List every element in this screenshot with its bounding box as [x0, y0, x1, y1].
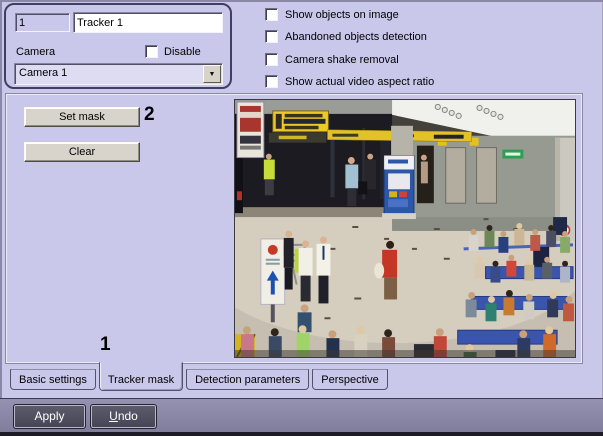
camera-label: Camera — [16, 46, 56, 58]
airport-scene — [235, 100, 575, 357]
apply-label: Apply — [34, 409, 65, 423]
tab-tracker-mask[interactable]: Tracker mask — [98, 362, 184, 391]
show-objects-checkbox[interactable] — [265, 8, 278, 21]
show-objects-label[interactable]: Show objects on image — [285, 9, 399, 21]
abandoned-objects-label[interactable]: Abandoned objects detection — [285, 31, 427, 43]
set-mask-button[interactable]: Set mask — [24, 107, 140, 127]
camera-shake-label[interactable]: Camera shake removal — [285, 54, 399, 66]
step-2-marker: 2 — [144, 104, 155, 125]
undo-label: Undo — [109, 409, 138, 423]
step-1-marker: 1 — [100, 334, 111, 355]
apply-button[interactable]: Apply — [13, 404, 86, 429]
clear-button[interactable]: Clear — [24, 142, 140, 162]
combo-dropdown-button[interactable]: ▼ — [203, 65, 221, 83]
tab-perspective[interactable]: Perspective — [312, 369, 388, 390]
footer-bar: Apply Undo — [0, 398, 603, 436]
camera-shake-checkbox[interactable] — [265, 53, 278, 66]
tracker-id-input[interactable] — [15, 13, 70, 32]
video-preview[interactable] — [234, 99, 576, 358]
tracker-settings-dialog: Camera Disable Camera 1 ▼ Show objects o… — [0, 0, 603, 436]
disable-checkbox[interactable] — [145, 45, 158, 58]
rear-wall-doors — [392, 135, 575, 231]
camera-combobox-value: Camera 1 — [19, 67, 68, 79]
wall-poster — [236, 101, 265, 159]
aspect-ratio-checkbox[interactable] — [265, 75, 278, 88]
camera-combobox[interactable]: Camera 1 ▼ — [14, 63, 223, 85]
abandoned-objects-checkbox[interactable] — [265, 30, 278, 43]
departures-sign — [272, 110, 329, 133]
tab-basic-settings[interactable]: Basic settings — [10, 369, 96, 390]
disable-label[interactable]: Disable — [164, 46, 201, 58]
undo-button[interactable]: Undo — [90, 404, 157, 429]
aspect-ratio-label[interactable]: Show actual video aspect ratio — [285, 76, 434, 88]
tracker-name-input[interactable] — [73, 12, 223, 33]
tracker-identity-group: Camera Disable Camera 1 ▼ — [4, 3, 232, 89]
travel-centre-sign — [268, 132, 327, 143]
chevron-down-icon: ▼ — [208, 71, 216, 78]
tab-detection-parameters[interactable]: Detection parameters — [186, 369, 310, 390]
tab-bar: Basic settings Tracker mask Detection pa… — [10, 362, 391, 391]
